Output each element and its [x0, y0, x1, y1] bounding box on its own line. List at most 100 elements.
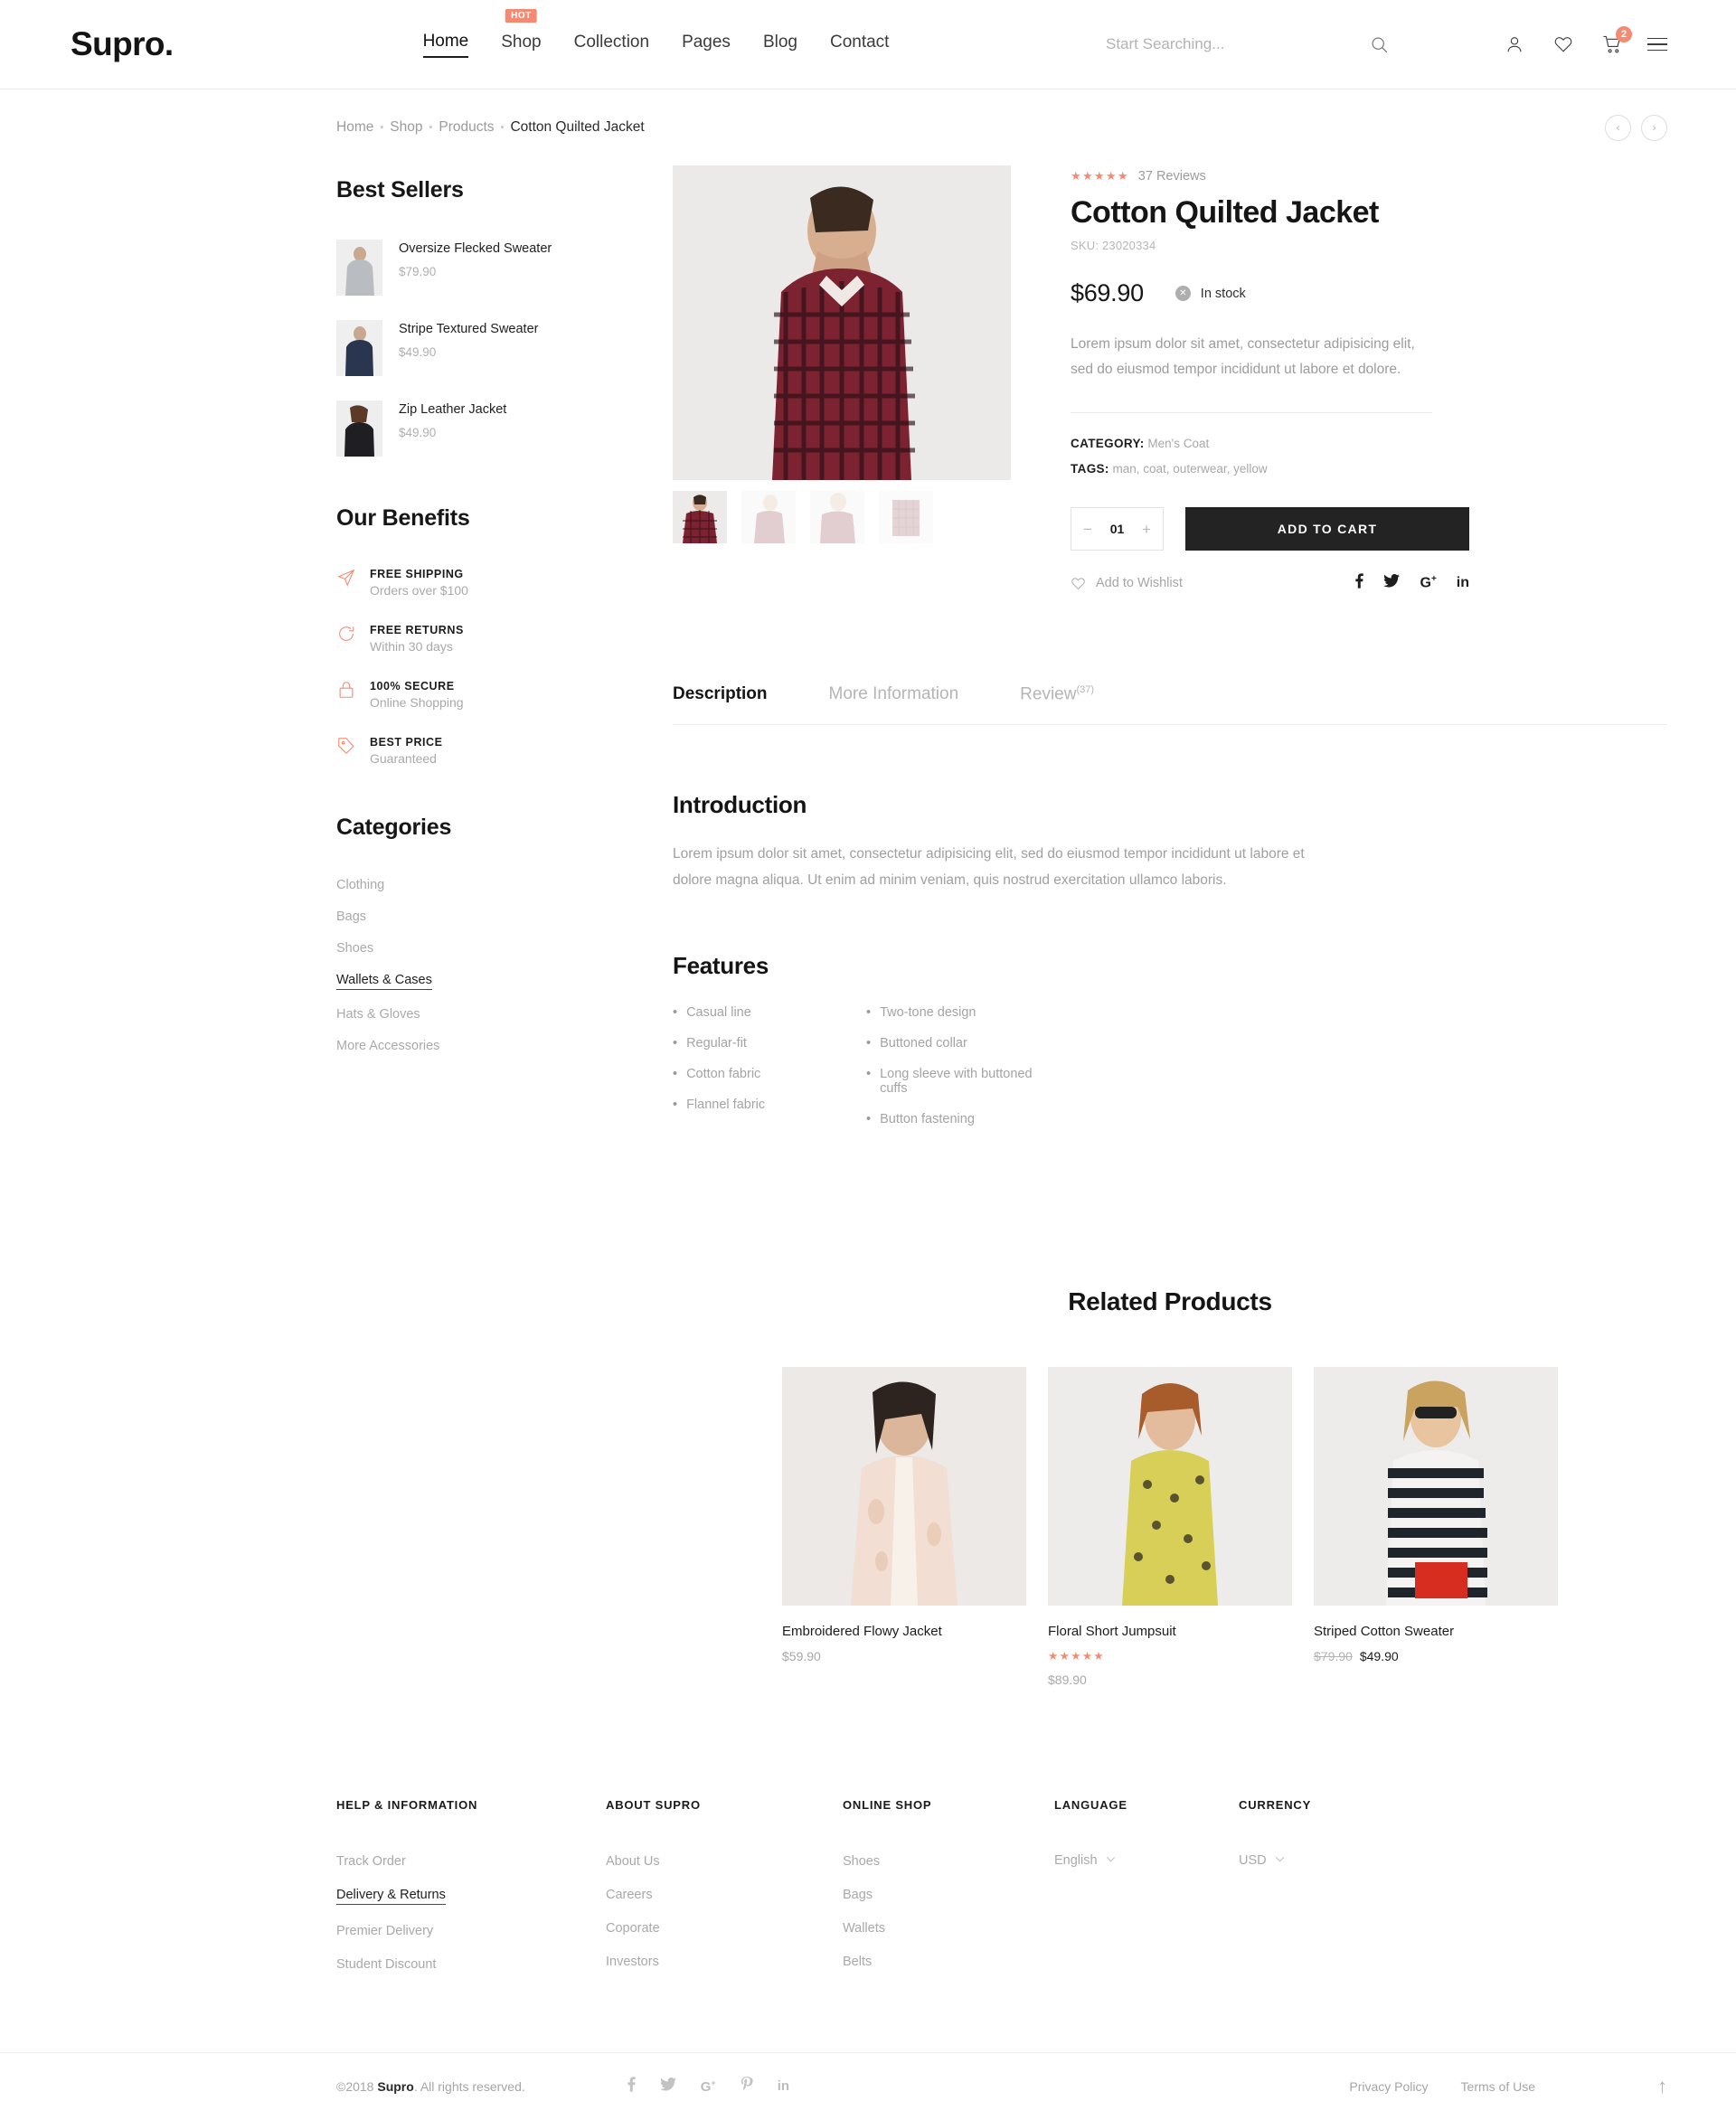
footer-link-track-order[interactable]: Track Order [336, 1854, 406, 1869]
language-selector[interactable]: English [1054, 1853, 1239, 1868]
heart-icon[interactable] [1550, 31, 1577, 58]
review-count[interactable]: 37 Reviews [1138, 169, 1206, 184]
gallery-thumb-front-view[interactable] [673, 491, 727, 543]
nav-item-blog[interactable]: Blog [763, 33, 797, 57]
category-more-accessories[interactable]: More Accessories [336, 1039, 439, 1053]
breadcrumb: Home ▪ Shop ▪ Products ▪ Cotton Quilted … [0, 90, 1736, 165]
best-seller-price: $49.90 [399, 425, 437, 439]
breadcrumb-shop[interactable]: Shop [390, 119, 422, 136]
footer-link-about-us[interactable]: About Us [606, 1854, 660, 1869]
quantity-decrease-button[interactable]: − [1083, 522, 1092, 537]
footer-link-wallets[interactable]: Wallets [843, 1921, 885, 1936]
gallery-thumb-folded-view[interactable] [879, 491, 933, 543]
cart-icon[interactable]: 2 [1599, 26, 1632, 58]
category-bags[interactable]: Bags [336, 909, 366, 924]
linkedin-icon[interactable]: in [778, 2078, 789, 2094]
bullet-icon: • [866, 1004, 872, 1020]
best-seller-item[interactable]: Zip Leather Jacket $49.90 [336, 400, 571, 457]
quantity-stepper[interactable]: − 01 + [1071, 507, 1164, 551]
related-product-card[interactable]: Embroidered Flowy Jacket $59.90 [782, 1366, 1026, 1687]
footer-link-investors[interactable]: Investors [606, 1955, 659, 1969]
related-product-image[interactable] [782, 1366, 1026, 1606]
add-to-cart-button[interactable]: ADD TO CART [1185, 507, 1469, 551]
introduction-section: Introduction Lorem ipsum dolor sit amet,… [673, 791, 1667, 893]
nav-item-collection[interactable]: Collection [574, 33, 649, 57]
benefit-free-returns: FREE RETURNS Within 30 days [336, 624, 571, 654]
related-product-card[interactable]: Floral Short Jumpsuit ★★★★★ $89.90 [1048, 1366, 1292, 1687]
heart-icon [1071, 577, 1085, 589]
related-product-card[interactable]: Striped Cotton Sweater $79.90 $49.90 [1314, 1366, 1558, 1687]
googleplus-icon[interactable]: G+ [701, 2078, 716, 2095]
nav-item-pages[interactable]: Pages [682, 33, 731, 57]
hamburger-icon[interactable] [1647, 37, 1667, 52]
tags-value[interactable]: man, coat, outerwear, yellow [1113, 462, 1268, 476]
footer-link-careers[interactable]: Careers [606, 1888, 653, 1902]
googleplus-icon[interactable]: G+ [1420, 574, 1436, 591]
best-seller-item[interactable]: Oversize Flecked Sweater $79.90 [336, 240, 571, 296]
tab-description[interactable]: Description [673, 684, 768, 704]
footer-link-premier-delivery[interactable]: Premier Delivery [336, 1924, 433, 1938]
related-product-image[interactable] [1314, 1366, 1558, 1606]
linkedin-icon[interactable]: in [1457, 575, 1469, 591]
page-body: Best Sellers Oversize Flecked Sweater $7… [0, 165, 1736, 1687]
footer-link-shoes[interactable]: Shoes [843, 1854, 880, 1869]
feature-item: • Two-tone design [866, 1005, 1060, 1020]
category-wallets-cases[interactable]: Wallets & Cases [336, 973, 432, 990]
facebook-icon[interactable] [627, 2077, 636, 2096]
currency-value: USD [1239, 1852, 1267, 1868]
best-sellers-title: Best Sellers [336, 177, 464, 203]
nav-label: Collection [573, 32, 650, 52]
nav-item-home[interactable]: Home [422, 32, 469, 58]
related-products-grid: Embroidered Flowy Jacket $59.90 Floral S… [673, 1366, 1667, 1687]
category-shoes[interactable]: Shoes [336, 941, 373, 956]
facebook-icon[interactable] [1355, 573, 1364, 593]
footer-link-student-discount[interactable]: Student Discount [336, 1957, 436, 1972]
currency-selector[interactable]: USD [1239, 1853, 1401, 1868]
search-input[interactable] [1106, 35, 1282, 53]
breadcrumb-products[interactable]: Products [439, 119, 494, 136]
terms-of-use-link[interactable]: Terms of Use [1461, 2079, 1535, 2094]
user-icon[interactable] [1501, 31, 1528, 58]
feature-item: • Flannel fabric [673, 1098, 866, 1112]
related-product-image[interactable] [1048, 1366, 1292, 1606]
benefits-block: Our Benefits FREE SHIPPING Orders over $… [336, 505, 571, 766]
privacy-policy-link[interactable]: Privacy Policy [1349, 2079, 1428, 2094]
twitter-icon[interactable] [659, 2077, 676, 2096]
feature-label: Cotton fabric [686, 1066, 761, 1081]
next-product-button[interactable]: › [1641, 114, 1667, 141]
footer-link-corporate[interactable]: Coporate [606, 1921, 660, 1936]
category-hats-gloves[interactable]: Hats & Gloves [336, 1007, 420, 1022]
footer-link-belts[interactable]: Belts [843, 1955, 872, 1969]
category-clothing[interactable]: Clothing [336, 878, 384, 892]
category-value[interactable]: Men's Coat [1147, 437, 1209, 450]
nav-item-shop[interactable]: HOT Shop [501, 8, 542, 57]
related-product-price: $59.90 [782, 1648, 821, 1663]
best-seller-item[interactable]: Stripe Textured Sweater $49.90 [336, 320, 571, 376]
feature-item: • Cotton fabric [673, 1067, 866, 1081]
best-seller-name: Zip Leather Jacket [399, 402, 507, 417]
gallery-thumb-back-view[interactable] [741, 491, 796, 543]
pinterest-icon[interactable] [741, 2076, 753, 2096]
site-logo[interactable]: Supro. [71, 25, 174, 63]
gallery-thumb-detail-view[interactable] [810, 491, 864, 543]
benefit-sub: Online Shopping [370, 695, 464, 710]
nav-item-contact[interactable]: Contact [830, 33, 889, 57]
footer-link-bags[interactable]: Bags [843, 1888, 873, 1902]
benefit-title: FREE RETURNS [370, 624, 464, 636]
features-column-left: • Casual line • Regular-fit • Cotton fabric… [673, 1005, 866, 1143]
product-main-image[interactable] [673, 165, 1011, 480]
back-to-top-button[interactable]: ↑ [1657, 2076, 1667, 2096]
twitter-icon[interactable] [1383, 574, 1401, 592]
quantity-increase-button[interactable]: + [1142, 522, 1151, 537]
footer-link-delivery-returns[interactable]: Delivery & Returns [336, 1888, 446, 1905]
search-icon[interactable] [1365, 31, 1392, 58]
header-search [1106, 31, 1392, 58]
tab-more-information[interactable]: More Information [829, 684, 959, 704]
language-value: English [1054, 1852, 1098, 1868]
chevron-down-icon [1275, 1855, 1285, 1865]
tab-review[interactable]: Review(37) [1020, 684, 1094, 704]
prev-product-button[interactable]: ‹ [1605, 114, 1631, 141]
features-section: Features • Casual line • Regular-fit • Cott… [673, 952, 1667, 1143]
add-to-wishlist-button[interactable]: Add to Wishlist [1071, 576, 1183, 591]
breadcrumb-home[interactable]: Home [336, 119, 373, 136]
